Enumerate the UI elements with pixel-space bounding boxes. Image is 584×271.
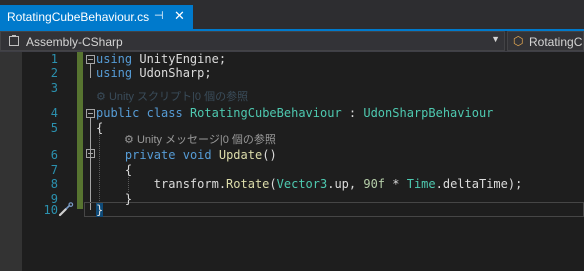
code-token: : (341, 106, 364, 120)
line-number: 10 (43, 203, 58, 217)
code-token: UnityEngine; (132, 52, 227, 66)
code-token: RotatingCubeBehaviour (189, 106, 342, 120)
codelens-method-text: Unity メッセージ|0 個の参照 (136, 134, 276, 146)
line-number: 1 (50, 52, 58, 66)
code-token: 90f (363, 177, 386, 191)
code-token: { (96, 121, 104, 135)
code-line[interactable]: private void Update() (96, 148, 277, 163)
class-label: RotatingCube (529, 35, 583, 49)
unity-icon: ⚙ (124, 134, 134, 146)
project-dropdown[interactable]: Assembly-CSharp ▼ (0, 31, 505, 51)
code-token: } (96, 203, 104, 217)
code-token: UdonSharpBehaviour (363, 106, 494, 120)
line-number: 6 (50, 148, 58, 162)
code-line[interactable]: using UdonSharp; (96, 66, 212, 81)
code-line[interactable]: { (96, 163, 132, 178)
navigation-bar: Assembly-CSharp ▼ ⬡ RotatingCube (0, 31, 584, 52)
code-token: private (96, 148, 176, 162)
codelens-class-text: Unity スクリプト|0 個の参照 (108, 91, 249, 103)
code-line[interactable]: { (96, 121, 103, 136)
line-number: 2 (50, 66, 58, 80)
fold-toggle-using[interactable] (86, 55, 95, 64)
current-line-highlight (84, 202, 584, 217)
code-editor[interactable]: 1 2 3 4 5 6 7 8 9 10 ⚙ Unity スクリプト|0 個の参照 ⚙ Unity… (0, 52, 584, 271)
line-number: 4 (50, 106, 58, 120)
code-line[interactable]: } (96, 203, 104, 218)
codelens-class[interactable]: ⚙ Unity スクリプト|0 個の参照 (96, 90, 248, 104)
line-number: 7 (50, 163, 58, 177)
line-number: 5 (50, 121, 58, 135)
pin-icon[interactable]: ⊣ (154, 9, 164, 22)
chevron-down-icon: ▼ (491, 34, 500, 44)
tab-filename: RotatingCubeBehaviour.cs (7, 10, 150, 24)
change-tracking-bar (77, 52, 83, 209)
class-icon: ⬡ (513, 34, 524, 48)
unity-icon: ⚙ (96, 91, 106, 103)
code-token: void (182, 148, 212, 162)
document-tab-strip: RotatingCubeBehaviour.cs ⊣ ✕ (0, 0, 584, 29)
code-line[interactable]: transform.Rotate(Vector3.up, 90f * Time.… (96, 177, 523, 192)
code-token: Rotate (226, 177, 270, 191)
line-number: 3 (50, 81, 58, 95)
code-token: class (146, 106, 183, 120)
fold-guide (90, 158, 91, 195)
screwdriver-icon[interactable] (58, 202, 74, 217)
code-token: ( (269, 177, 277, 191)
code-token: using (96, 52, 133, 66)
code-token: transform. (96, 177, 227, 191)
close-icon[interactable]: ✕ (174, 8, 185, 24)
line-number: 8 (50, 177, 58, 191)
fold-guide (90, 64, 91, 78)
project-icon (9, 35, 19, 46)
code-token: .up, (327, 177, 364, 191)
code-area[interactable]: ⚙ Unity スクリプト|0 個の参照 ⚙ Unity メッセージ|0 個の参… (84, 52, 584, 271)
code-token: using (96, 66, 133, 80)
document-tab[interactable]: RotatingCubeBehaviour.cs ⊣ ✕ (0, 5, 193, 29)
glyph-margin (0, 52, 22, 271)
code-token: public (96, 106, 140, 120)
code-token: { (96, 163, 133, 177)
codelens-method[interactable]: ⚙ Unity メッセージ|0 個の参照 (124, 133, 276, 147)
code-token: * (385, 177, 407, 191)
class-dropdown[interactable]: ⬡ RotatingCube (507, 31, 584, 51)
code-line[interactable]: public class RotatingCubeBehaviour : Udo… (96, 106, 493, 121)
fold-toggle-method[interactable] (86, 149, 95, 158)
project-label: Assembly-CSharp (26, 35, 123, 49)
code-token: Vector3 (276, 177, 328, 191)
fold-toggle-class[interactable] (86, 109, 95, 118)
code-line[interactable]: using UnityEngine; (96, 52, 226, 67)
code-token: Time (406, 177, 436, 191)
code-token: .deltaTime); (435, 177, 523, 191)
code-token: () (262, 148, 277, 162)
code-token: Update (218, 148, 263, 162)
code-token: UdonSharp; (132, 66, 212, 80)
